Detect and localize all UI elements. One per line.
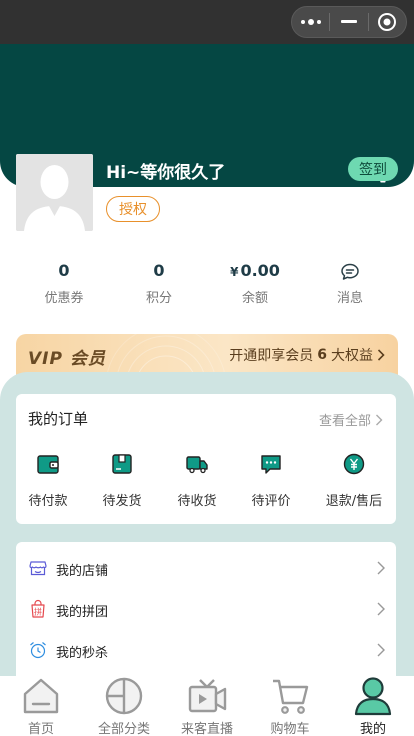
alarm-clock-icon	[30, 642, 46, 659]
view-all-orders-link[interactable]: 查看全部	[319, 410, 384, 429]
vip-text-suffix: 大权益	[331, 348, 373, 364]
vip-banner[interactable]: VIP 会员 开通即享会员 6 大权益	[16, 334, 398, 376]
menu-label: 我的店铺	[56, 564, 109, 579]
shop-icon	[29, 561, 47, 576]
bottom-tab-bar: 首页 全部分类 来客直播 购物车 我的	[0, 676, 414, 736]
chevron-right-icon	[377, 643, 385, 657]
tab-label: 购物车	[270, 722, 310, 736]
menu-label: 我的拼团	[56, 605, 109, 620]
comment-icon	[261, 455, 281, 474]
truck-icon	[186, 456, 208, 474]
tab-profile[interactable]: 我的	[332, 676, 414, 736]
order-refund-aftersale[interactable]: 退款/售后	[316, 452, 392, 509]
order-label: 待收货	[177, 494, 217, 509]
stat-value: 0	[153, 261, 165, 280]
status-bar	[0, 0, 414, 44]
avatar[interactable]	[16, 154, 93, 231]
group-buy-icon: 拼	[31, 599, 45, 618]
stat-label: 余额	[241, 291, 268, 306]
message-bubble-icon	[341, 263, 359, 280]
order-label: 待评价	[251, 494, 291, 509]
stat-coupons[interactable]: 0 优惠券	[19, 260, 109, 306]
chevron-right-icon	[377, 602, 385, 616]
live-icon	[188, 679, 227, 713]
orders-card: 我的订单 查看全部 待付款 待发货 待收货 待评价 退款/售后	[16, 394, 396, 524]
tab-label: 来客直播	[180, 722, 233, 736]
order-pending-payment[interactable]: 待付款	[10, 452, 86, 509]
order-pending-receipt[interactable]: 待收货	[159, 452, 235, 509]
chevron-right-icon	[377, 561, 385, 575]
profile-icon	[354, 677, 392, 716]
more-button[interactable]	[292, 7, 329, 37]
default-user-avatar-icon	[16, 154, 93, 231]
tab-label: 全部分类	[97, 722, 150, 736]
menu-item-my-group-buy[interactable]: 拼 我的拼团	[16, 589, 396, 629]
stat-value	[305, 260, 395, 282]
close-button[interactable]	[369, 7, 406, 37]
mini-program-capsule	[291, 6, 407, 38]
more-dots-icon	[300, 19, 321, 25]
wallet-icon	[37, 455, 59, 474]
vip-benefit-count: 6	[317, 347, 327, 363]
minus-icon	[340, 20, 357, 23]
service-menu-card: 我的店铺 拼 我的拼团 我的秒杀	[16, 542, 396, 682]
menu-label: 我的秒杀	[56, 646, 109, 661]
tab-all-categories[interactable]: 全部分类	[83, 676, 165, 736]
view-all-label: 查看全部	[318, 414, 371, 429]
stat-value: ¥0.00	[210, 260, 300, 282]
balance-amount: 0.00	[240, 261, 280, 280]
stat-label: 积分	[145, 291, 172, 306]
authorize-button[interactable]: 授权	[106, 196, 160, 222]
menu-item-my-flash-sale[interactable]: 我的秒杀	[16, 630, 396, 670]
chevron-right-icon	[377, 349, 385, 361]
minimize-button[interactable]	[330, 7, 367, 37]
order-label: 待付款	[28, 494, 68, 509]
order-label: 待发货	[102, 494, 142, 509]
stat-label: 消息	[336, 291, 363, 306]
category-icon	[105, 677, 143, 715]
greeting-text: Hi~等你很久了	[106, 163, 226, 183]
stat-value: 0	[58, 261, 70, 280]
menu-item-my-shop[interactable]: 我的店铺	[16, 548, 396, 588]
tab-home[interactable]: 首页	[0, 676, 82, 736]
home-icon	[23, 678, 59, 714]
stat-points[interactable]: 0 积分	[114, 260, 204, 306]
stat-messages[interactable]: 消息	[305, 260, 395, 306]
vip-promo-text: 开通即享会员 6 大权益	[229, 345, 386, 365]
tab-label: 我的	[359, 722, 386, 736]
svg-text:拼: 拼	[34, 607, 42, 617]
order-pending-review[interactable]: 待评价	[233, 452, 309, 509]
chevron-right-icon	[376, 414, 383, 425]
tab-label: 首页	[27, 722, 54, 736]
order-label: 退款/售后	[325, 494, 383, 509]
stat-label: 优惠券	[44, 291, 84, 306]
package-icon	[112, 454, 132, 474]
order-pending-shipment[interactable]: 待发货	[84, 452, 160, 509]
orders-title: 我的订单	[28, 410, 89, 428]
currency-symbol: ¥	[230, 265, 239, 279]
checkin-button[interactable]: 签到	[348, 157, 398, 181]
tab-cart[interactable]: 购物车	[249, 676, 331, 736]
vip-logo: VIP 会员	[28, 349, 106, 369]
stat-balance[interactable]: ¥0.00 余额	[210, 260, 300, 306]
target-circle-icon	[378, 13, 397, 31]
account-stats: 0 优惠券 0 积分 ¥0.00 余额 消息	[0, 260, 414, 310]
tab-live[interactable]: 来客直播	[166, 676, 248, 736]
refund-icon	[343, 453, 365, 475]
vip-text-prefix: 开通即享会员	[229, 348, 314, 364]
cart-icon	[273, 679, 309, 714]
